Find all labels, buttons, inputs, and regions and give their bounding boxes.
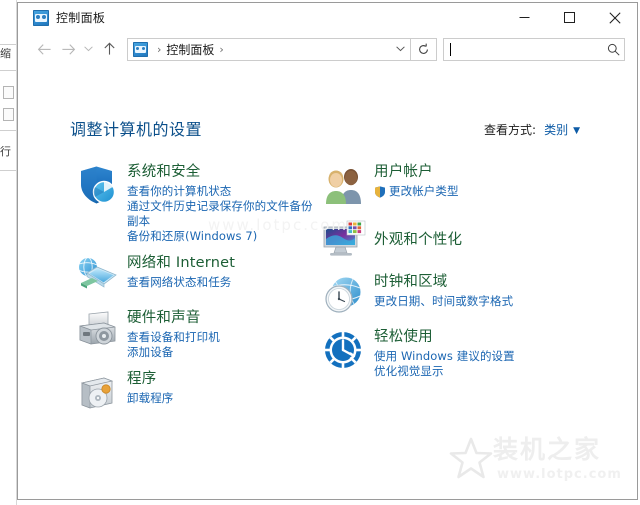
category-body: 硬件和声音 查看设备和打印机 添加设备	[127, 308, 220, 360]
recent-locations-button[interactable]	[80, 37, 97, 61]
category-title[interactable]: 用户帐户	[374, 163, 459, 182]
category-links: 查看设备和打印机 添加设备	[127, 330, 220, 360]
category-body: 用户帐户 更改帐户类型	[374, 162, 459, 199]
category-links: 更改帐户类型	[374, 184, 459, 199]
network-internet-icon[interactable]	[74, 253, 120, 299]
close-button[interactable]	[592, 3, 637, 32]
navigation-bar: › 控制面板 ›	[18, 32, 637, 66]
category-user-accounts[interactable]: 用户帐户 更改帐户类型	[321, 162, 581, 208]
breadcrumb-separator-2[interactable]: ›	[214, 43, 228, 56]
category-body: 程序 卸载程序	[127, 369, 173, 406]
window-controls	[502, 3, 637, 32]
uac-shield-icon	[375, 185, 385, 198]
minimize-button[interactable]	[502, 3, 547, 32]
view-by-value[interactable]: 类别	[544, 121, 568, 138]
category-link-text: 更改帐户类型	[389, 184, 459, 198]
category-body: 时钟和区域 更改日期、时间或数字格式	[374, 272, 513, 309]
watermark-center-text: www.lotpc.com	[208, 216, 348, 234]
clock-region-icon[interactable]	[321, 272, 367, 318]
category-link[interactable]: 查看网络状态和任务	[127, 275, 235, 290]
up-button[interactable]	[97, 37, 121, 61]
search-text-caret	[450, 42, 451, 56]
category-title[interactable]: 外观和个性化	[374, 231, 462, 250]
category-links: 卸载程序	[127, 391, 173, 406]
window-title: 控制面板	[56, 11, 106, 25]
category-links: 查看网络状态和任务	[127, 275, 235, 290]
category-body: 轻松使用 使用 Windows 建议的设置 优化视觉显示	[374, 327, 515, 379]
search-input[interactable]	[443, 37, 625, 61]
category-links: 查看你的计算机状态 通过文件历史记录保存你的文件备份副本 备份和还原(Windo…	[127, 184, 324, 244]
category-link[interactable]: 优化视觉显示	[374, 364, 515, 379]
category-column-right: 用户帐户 更改帐户类型 外观和个性化 时钟和区域 更改日期、时间或数字格式 轻松…	[321, 162, 581, 388]
breadcrumb-control-panel-icon	[133, 41, 148, 57]
category-network-and-internet[interactable]: 网络和 Internet 查看网络状态和任务	[74, 253, 324, 299]
back-button[interactable]	[32, 37, 56, 61]
search-icon[interactable]	[602, 43, 624, 56]
category-link[interactable]: 查看你的计算机状态	[127, 184, 324, 199]
category-programs[interactable]: 程序 卸载程序	[74, 369, 324, 415]
category-link[interactable]: 使用 Windows 建议的设置	[374, 349, 515, 364]
category-hardware-and-sound[interactable]: 硬件和声音 查看设备和打印机 添加设备	[74, 308, 324, 360]
title-bar[interactable]: 控制面板	[18, 3, 637, 32]
category-links: 使用 Windows 建议的设置 优化视觉显示	[374, 349, 515, 379]
category-appearance-and-personalization[interactable]: 外观和个性化	[321, 217, 581, 263]
user-accounts-icon[interactable]	[321, 162, 367, 208]
category-link[interactable]: 查看设备和打印机	[127, 330, 220, 345]
programs-icon[interactable]	[74, 369, 120, 415]
maximize-button[interactable]	[547, 3, 592, 32]
view-by-control[interactable]: 查看方式: 类别 ▼	[484, 121, 580, 138]
category-column-left: 系统和安全 查看你的计算机状态 通过文件历史记录保存你的文件备份副本 备份和还原…	[74, 162, 324, 424]
ease-of-access-icon[interactable]	[321, 327, 367, 373]
category-clock-and-region[interactable]: 时钟和区域 更改日期、时间或数字格式	[321, 272, 581, 318]
category-columns: 系统和安全 查看你的计算机状态 通过文件历史记录保存你的文件备份副本 备份和还原…	[18, 162, 637, 499]
page-title: 调整计算机的设置	[70, 120, 203, 139]
hardware-sound-icon[interactable]	[74, 308, 120, 354]
chevron-down-icon[interactable]: ▼	[573, 126, 580, 136]
category-link[interactable]: 更改日期、时间或数字格式	[374, 294, 513, 309]
view-by-label: 查看方式:	[484, 123, 537, 137]
control-panel-icon	[33, 9, 49, 26]
category-title[interactable]: 程序	[127, 370, 173, 389]
breadcrumb-separator-1[interactable]: ›	[152, 43, 166, 56]
content-area: 调整计算机的设置 查看方式: 类别 ▼ 系统和安全 查看你的计算机状态 通过文件…	[18, 66, 637, 499]
category-title[interactable]: 硬件和声音	[127, 309, 220, 328]
address-bar[interactable]: › 控制面板 ›	[127, 37, 411, 61]
forward-button[interactable]	[56, 37, 80, 61]
category-title[interactable]: 轻松使用	[374, 328, 515, 347]
category-title[interactable]: 网络和 Internet	[127, 254, 235, 273]
category-links: 更改日期、时间或数字格式	[374, 294, 513, 309]
category-ease-of-access[interactable]: 轻松使用 使用 Windows 建议的设置 优化视觉显示	[321, 327, 581, 379]
category-body: 外观和个性化	[374, 230, 462, 250]
refresh-button[interactable]	[411, 37, 437, 61]
shield-security-icon[interactable]	[74, 162, 120, 208]
desktop-background: 缩 行 控制面板 › 控制面板 › 调整计算机的设置 查看方式: 类别 ▼ 系统…	[0, 0, 640, 505]
category-title[interactable]: 时钟和区域	[374, 273, 513, 292]
category-title[interactable]: 系统和安全	[127, 163, 324, 182]
background-window-sliver[interactable]: 缩 行	[0, 0, 17, 505]
category-link[interactable]: 卸载程序	[127, 391, 173, 406]
category-link[interactable]: 更改帐户类型	[374, 184, 459, 199]
control-panel-window: 控制面板 › 控制面板 › 调整计算机的设置 查看方式: 类别 ▼ 系统和安全 …	[17, 2, 638, 500]
address-dropdown-icon[interactable]	[390, 46, 410, 52]
category-body: 网络和 Internet 查看网络状态和任务	[127, 253, 235, 290]
category-link[interactable]: 添加设备	[127, 345, 220, 360]
breadcrumb-item-control-panel[interactable]: 控制面板	[166, 41, 214, 58]
